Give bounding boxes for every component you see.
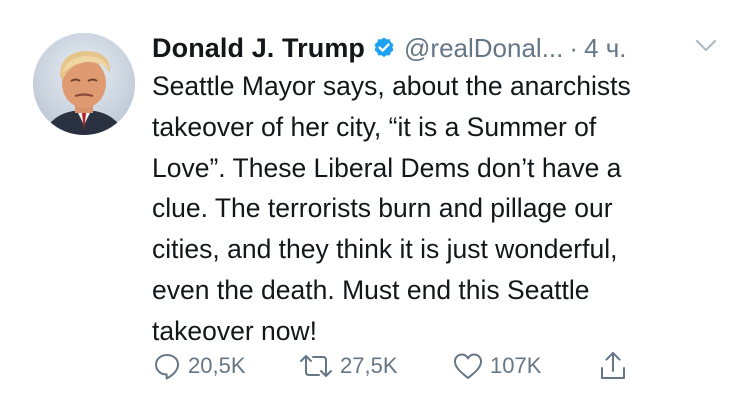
reply-count: 20,5K (188, 353, 246, 378)
tweet-text-line: cities, and they think it is just wonder… (152, 234, 618, 265)
tweet-text-line: takeover now! (152, 315, 317, 346)
retweet-count: 27,5K (340, 353, 398, 378)
avatar[interactable] (33, 33, 135, 135)
retweet-button[interactable]: 27,5K (298, 348, 398, 384)
tweet-actions: 20,5K 27,5K 107K (152, 348, 642, 384)
reply-button[interactable]: 20,5K (152, 348, 246, 384)
tweet-text-line: clue. The terrorists burn and pillage ou… (152, 193, 613, 224)
tweet-text-line: takeover of her city, “it is a Summer of (152, 111, 597, 142)
chevron-down-icon[interactable] (694, 36, 718, 56)
tweet-header: Donald J. Trump @realDonal... · 4 ч. (152, 28, 722, 68)
share-icon (598, 350, 628, 382)
tweet[interactable]: Donald J. Trump @realDonal... · 4 ч. Sea… (0, 0, 750, 403)
tweet-text-line: Seattle Mayor says, about the anarchists (152, 71, 631, 101)
like-count: 107K (490, 353, 542, 378)
reply-icon (152, 351, 182, 381)
verified-badge-icon (372, 36, 396, 60)
tweet-text-line: even the death. Must end this Seattle (152, 274, 590, 305)
author-name[interactable]: Donald J. Trump (152, 33, 365, 64)
share-button[interactable] (598, 348, 628, 384)
avatar-image (33, 33, 135, 135)
header-separator: · (569, 32, 579, 63)
author-handle[interactable]: @realDonal... (404, 33, 563, 64)
heart-icon (452, 351, 484, 381)
tweet-text-line: Love”. These Liberal Dems don’t have a (152, 152, 622, 183)
tweet-timestamp[interactable]: 4 ч. (584, 33, 626, 64)
tweet-text: Seattle Mayor says, about the anarchists… (152, 66, 732, 352)
retweet-icon (298, 351, 334, 381)
like-button[interactable]: 107K (452, 348, 541, 384)
